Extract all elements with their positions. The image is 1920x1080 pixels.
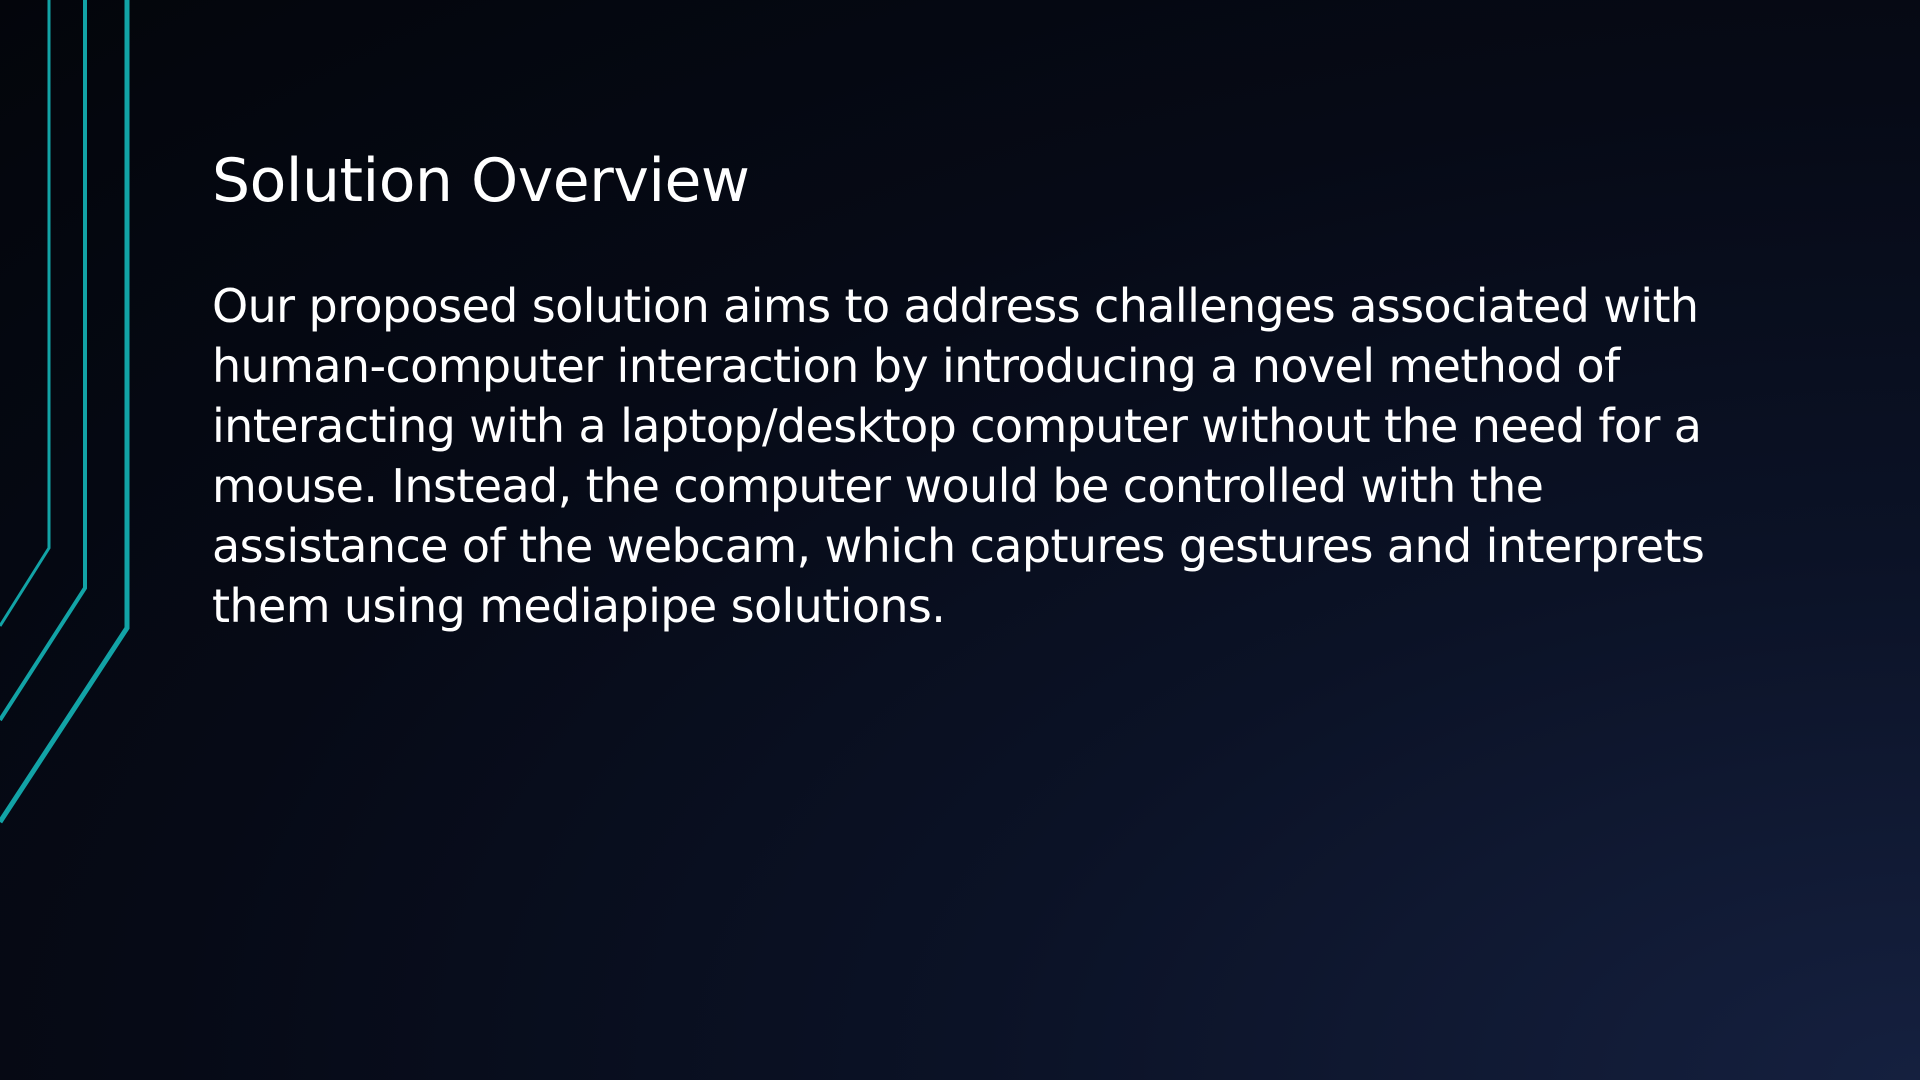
- decorative-line-outer: [0, 0, 130, 824]
- slide-body: Our proposed solution aims to address ch…: [212, 276, 1832, 636]
- decorative-lines: [0, 0, 130, 824]
- body-line: mouse. Instead, the computer would be co…: [212, 459, 1544, 513]
- body-line: them using mediapipe solutions.: [212, 579, 946, 633]
- decorative-line-middle: [0, 0, 87, 722]
- body-line: human-computer interaction by introducin…: [212, 339, 1620, 393]
- slide-title: Solution Overview: [212, 146, 750, 216]
- slide: Solution Overview Our proposed solution …: [0, 0, 1920, 1080]
- body-line: assistance of the webcam, which captures…: [212, 519, 1705, 573]
- decorative-line-inner: [0, 0, 51, 627]
- body-line: interacting with a laptop/desktop comput…: [212, 399, 1702, 453]
- body-line: Our proposed solution aims to address ch…: [212, 279, 1699, 333]
